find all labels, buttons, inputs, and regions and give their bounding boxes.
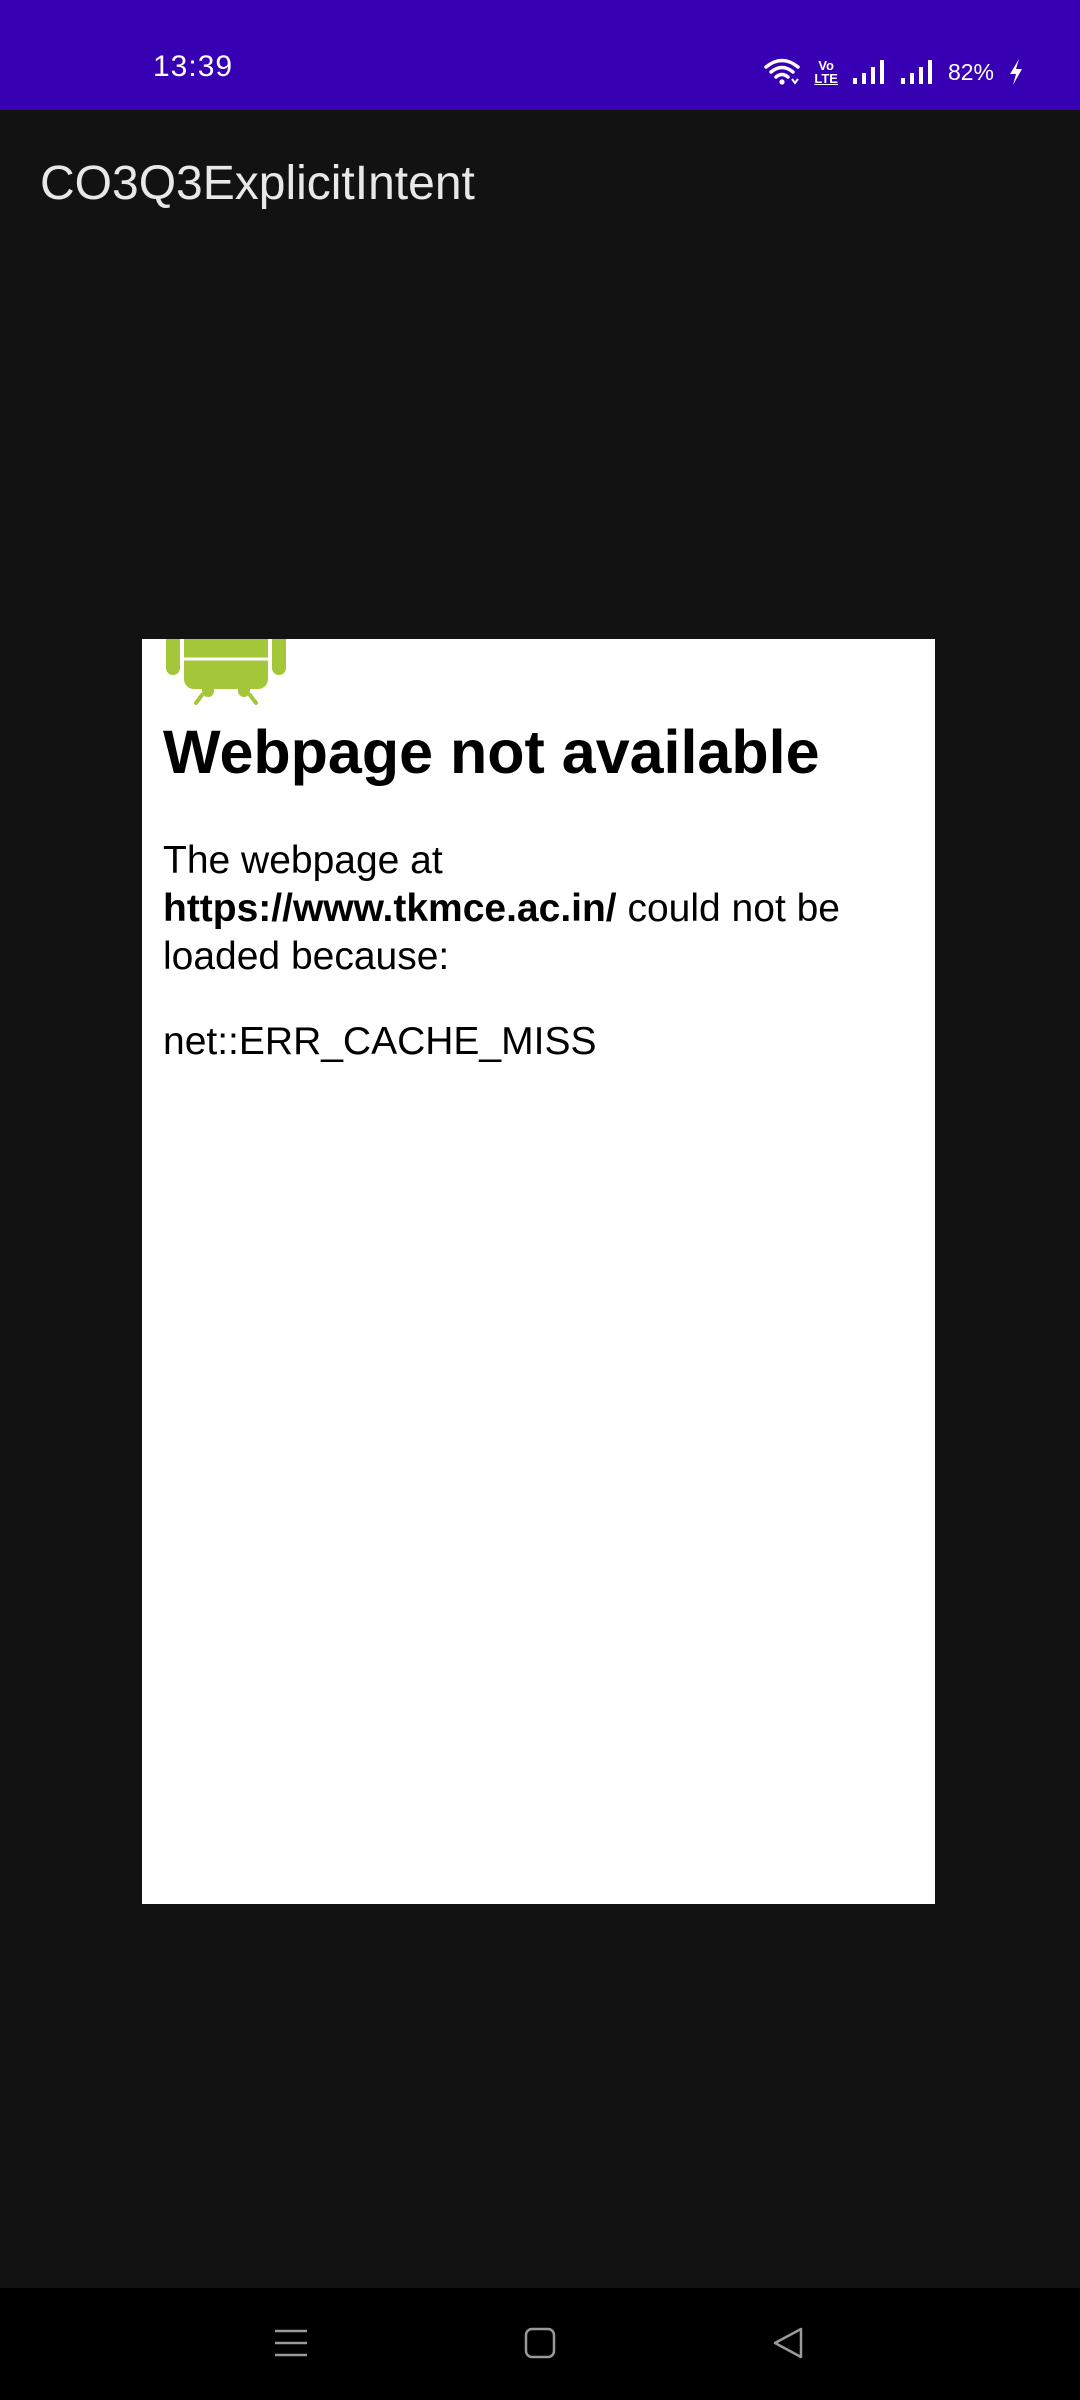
back-button[interactable]	[765, 2322, 811, 2368]
charging-icon	[1008, 58, 1024, 86]
app-title: CO3Q3ExplicitIntent	[40, 157, 475, 210]
error-body-prefix: The webpage at	[163, 839, 443, 882]
app-bar: CO3Q3ExplicitIntent	[0, 110, 1080, 258]
error-message: The webpage at https://www.tkmce.ac.in/ …	[163, 837, 903, 981]
battery-percent: 82%	[947, 58, 994, 85]
webview[interactable]: Webpage not available The webpage at htt…	[142, 639, 935, 1904]
menu-icon	[274, 2328, 308, 2363]
home-button[interactable]	[517, 2322, 563, 2368]
error-heading: Webpage not available	[163, 718, 820, 786]
error-code: net::ERR_CACHE_MISS	[163, 1020, 597, 1063]
signal-2-icon	[900, 58, 934, 86]
navigation-bar	[0, 2288, 1080, 2400]
home-icon	[524, 2327, 556, 2364]
screen: 13:39 Vo LTE 82% CO3Q3ExplicitIntent Web…	[0, 0, 1080, 2400]
status-bar: 13:39 Vo LTE 82%	[0, 0, 1080, 110]
back-icon	[772, 2326, 804, 2365]
menu-button[interactable]	[268, 2322, 314, 2368]
status-time: 13:39	[153, 50, 234, 83]
volte-label-bottom: LTE	[814, 71, 838, 86]
wifi-icon	[764, 57, 801, 87]
signal-1-icon	[852, 58, 886, 86]
volte-icon: Vo LTE	[814, 59, 838, 85]
error-url[interactable]: https://www.tkmce.ac.in/	[163, 887, 617, 930]
status-icons: Vo LTE 82%	[764, 54, 1024, 90]
android-robot-icon	[162, 639, 290, 728]
